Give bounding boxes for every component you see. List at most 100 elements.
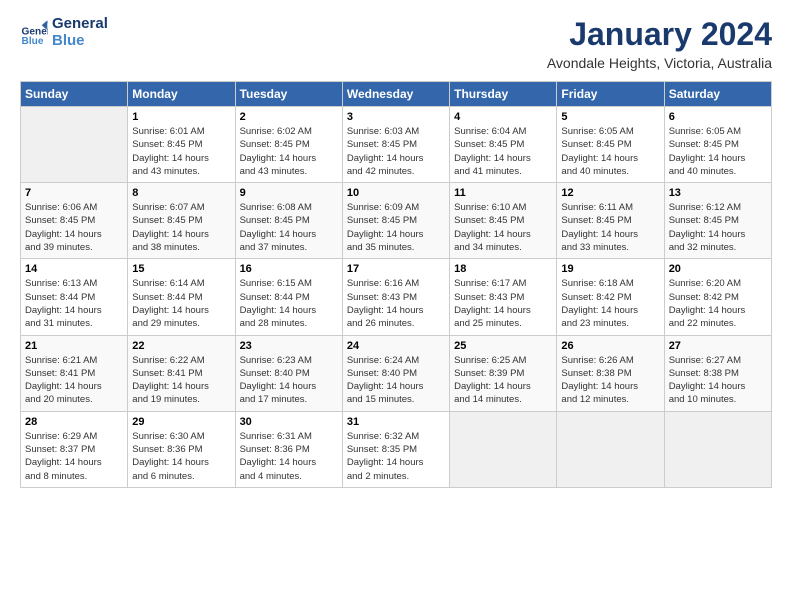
day-number: 7: [25, 187, 123, 199]
day-info: Sunrise: 6:23 AM Sunset: 8:40 PM Dayligh…: [240, 354, 338, 407]
day-info: Sunrise: 6:01 AM Sunset: 8:45 PM Dayligh…: [132, 125, 230, 178]
day-number: 20: [669, 263, 767, 275]
day-number: 27: [669, 340, 767, 352]
day-number: 28: [25, 416, 123, 428]
day-number: 18: [454, 263, 552, 275]
day-info: Sunrise: 6:26 AM Sunset: 8:38 PM Dayligh…: [561, 354, 659, 407]
col-saturday: Saturday: [664, 82, 771, 107]
calendar-cell: 15 Sunrise: 6:14 AM Sunset: 8:44 PM Dayli…: [128, 259, 235, 335]
calendar-cell: 14 Sunrise: 6:13 AM Sunset: 8:44 PM Dayli…: [21, 259, 128, 335]
day-number: 24: [347, 340, 445, 352]
day-info: Sunrise: 6:12 AM Sunset: 8:45 PM Dayligh…: [669, 201, 767, 254]
calendar-cell: 23 Sunrise: 6:23 AM Sunset: 8:40 PM Dayli…: [235, 335, 342, 411]
day-number: 30: [240, 416, 338, 428]
day-number: 11: [454, 187, 552, 199]
day-info: Sunrise: 6:08 AM Sunset: 8:45 PM Dayligh…: [240, 201, 338, 254]
day-info: Sunrise: 6:22 AM Sunset: 8:41 PM Dayligh…: [132, 354, 230, 407]
day-number: 15: [132, 263, 230, 275]
day-number: 13: [669, 187, 767, 199]
header: General Blue General Blue January 2024 A…: [20, 16, 772, 71]
day-info: Sunrise: 6:05 AM Sunset: 8:45 PM Dayligh…: [561, 125, 659, 178]
day-info: Sunrise: 6:17 AM Sunset: 8:43 PM Dayligh…: [454, 277, 552, 330]
col-tuesday: Tuesday: [235, 82, 342, 107]
calendar-cell: 1Sunrise: 6:01 AM Sunset: 8:45 PM Daylig…: [128, 107, 235, 183]
day-number: 8: [132, 187, 230, 199]
logo-line1: General: [52, 16, 108, 33]
day-number: 25: [454, 340, 552, 352]
day-info: Sunrise: 6:07 AM Sunset: 8:45 PM Dayligh…: [132, 201, 230, 254]
week-row-2: 7 Sunrise: 6:06 AM Sunset: 8:45 PM Daylig…: [21, 183, 772, 259]
svg-text:Blue: Blue: [22, 35, 44, 46]
day-info: Sunrise: 6:06 AM Sunset: 8:45 PM Dayligh…: [25, 201, 123, 254]
calendar-table: Sunday Monday Tuesday Wednesday Thursday…: [20, 81, 772, 488]
main-title: January 2024: [547, 16, 772, 53]
col-monday: Monday: [128, 82, 235, 107]
title-block: January 2024 Avondale Heights, Victoria,…: [547, 16, 772, 71]
calendar-cell: 27 Sunrise: 6:27 AM Sunset: 8:38 PM Dayli…: [664, 335, 771, 411]
day-info: Sunrise: 6:15 AM Sunset: 8:44 PM Dayligh…: [240, 277, 338, 330]
col-wednesday: Wednesday: [342, 82, 449, 107]
day-number: 22: [132, 340, 230, 352]
calendar-cell: 13 Sunrise: 6:12 AM Sunset: 8:45 PM Dayli…: [664, 183, 771, 259]
calendar-cell: 17 Sunrise: 6:16 AM Sunset: 8:43 PM Dayli…: [342, 259, 449, 335]
day-number: 29: [132, 416, 230, 428]
calendar-cell: 26 Sunrise: 6:26 AM Sunset: 8:38 PM Dayli…: [557, 335, 664, 411]
logo: General Blue General Blue: [20, 16, 108, 49]
day-number: 17: [347, 263, 445, 275]
calendar-cell: 10Sunrise: 6:09 AM Sunset: 8:45 PM Dayli…: [342, 183, 449, 259]
page: General Blue General Blue January 2024 A…: [0, 0, 792, 500]
day-info: Sunrise: 6:21 AM Sunset: 8:41 PM Dayligh…: [25, 354, 123, 407]
day-number: 6: [669, 111, 767, 123]
day-number: 26: [561, 340, 659, 352]
calendar-cell: 12 Sunrise: 6:11 AM Sunset: 8:45 PM Dayli…: [557, 183, 664, 259]
day-info: Sunrise: 6:14 AM Sunset: 8:44 PM Dayligh…: [132, 277, 230, 330]
day-info: Sunrise: 6:11 AM Sunset: 8:45 PM Dayligh…: [561, 201, 659, 254]
day-info: Sunrise: 6:32 AM Sunset: 8:35 PM Dayligh…: [347, 430, 445, 483]
day-number: 2: [240, 111, 338, 123]
day-number: 14: [25, 263, 123, 275]
day-number: 23: [240, 340, 338, 352]
day-number: 5: [561, 111, 659, 123]
calendar-cell: 9 Sunrise: 6:08 AM Sunset: 8:45 PM Daylig…: [235, 183, 342, 259]
calendar-cell: 22 Sunrise: 6:22 AM Sunset: 8:41 PM Dayli…: [128, 335, 235, 411]
header-row: Sunday Monday Tuesday Wednesday Thursday…: [21, 82, 772, 107]
col-sunday: Sunday: [21, 82, 128, 107]
calendar-cell: 8 Sunrise: 6:07 AM Sunset: 8:45 PM Daylig…: [128, 183, 235, 259]
day-number: 21: [25, 340, 123, 352]
calendar-cell: 25 Sunrise: 6:25 AM Sunset: 8:39 PM Dayli…: [450, 335, 557, 411]
day-info: Sunrise: 6:02 AM Sunset: 8:45 PM Dayligh…: [240, 125, 338, 178]
day-info: Sunrise: 6:27 AM Sunset: 8:38 PM Dayligh…: [669, 354, 767, 407]
calendar-cell: 6Sunrise: 6:05 AM Sunset: 8:45 PM Daylig…: [664, 107, 771, 183]
calendar-cell: [450, 411, 557, 487]
calendar-cell: 2 Sunrise: 6:02 AM Sunset: 8:45 PM Daylig…: [235, 107, 342, 183]
calendar-cell: 19Sunrise: 6:18 AM Sunset: 8:42 PM Dayli…: [557, 259, 664, 335]
day-info: Sunrise: 6:24 AM Sunset: 8:40 PM Dayligh…: [347, 354, 445, 407]
subtitle: Avondale Heights, Victoria, Australia: [547, 55, 772, 71]
calendar-cell: [664, 411, 771, 487]
week-row-5: 28 Sunrise: 6:29 AM Sunset: 8:37 PM Dayli…: [21, 411, 772, 487]
day-number: 9: [240, 187, 338, 199]
day-info: Sunrise: 6:13 AM Sunset: 8:44 PM Dayligh…: [25, 277, 123, 330]
day-info: Sunrise: 6:25 AM Sunset: 8:39 PM Dayligh…: [454, 354, 552, 407]
calendar-cell: 21 Sunrise: 6:21 AM Sunset: 8:41 PM Dayli…: [21, 335, 128, 411]
day-number: 4: [454, 111, 552, 123]
day-number: 16: [240, 263, 338, 275]
calendar-cell: 31 Sunrise: 6:32 AM Sunset: 8:35 PM Dayli…: [342, 411, 449, 487]
day-number: 3: [347, 111, 445, 123]
calendar-cell: 18 Sunrise: 6:17 AM Sunset: 8:43 PM Dayli…: [450, 259, 557, 335]
day-info: Sunrise: 6:20 AM Sunset: 8:42 PM Dayligh…: [669, 277, 767, 330]
calendar-cell: 16 Sunrise: 6:15 AM Sunset: 8:44 PM Dayli…: [235, 259, 342, 335]
calendar-cell: [21, 107, 128, 183]
calendar-cell: 7 Sunrise: 6:06 AM Sunset: 8:45 PM Daylig…: [21, 183, 128, 259]
day-info: Sunrise: 6:16 AM Sunset: 8:43 PM Dayligh…: [347, 277, 445, 330]
calendar-cell: 3Sunrise: 6:03 AM Sunset: 8:45 PM Daylig…: [342, 107, 449, 183]
day-info: Sunrise: 6:29 AM Sunset: 8:37 PM Dayligh…: [25, 430, 123, 483]
day-number: 31: [347, 416, 445, 428]
day-info: Sunrise: 6:18 AM Sunset: 8:42 PM Dayligh…: [561, 277, 659, 330]
calendar-cell: 30Sunrise: 6:31 AM Sunset: 8:36 PM Dayli…: [235, 411, 342, 487]
calendar-cell: 20 Sunrise: 6:20 AM Sunset: 8:42 PM Dayli…: [664, 259, 771, 335]
day-info: Sunrise: 6:04 AM Sunset: 8:45 PM Dayligh…: [454, 125, 552, 178]
calendar-cell: 28 Sunrise: 6:29 AM Sunset: 8:37 PM Dayli…: [21, 411, 128, 487]
day-number: 12: [561, 187, 659, 199]
col-friday: Friday: [557, 82, 664, 107]
